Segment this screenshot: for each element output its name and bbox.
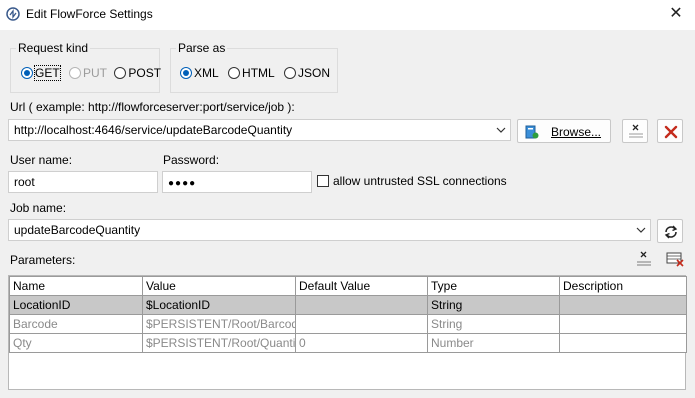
password-value[interactable]: ●●●● (168, 178, 196, 189)
password-field[interactable]: ●●●● (162, 171, 312, 193)
xpath-button[interactable] (622, 119, 648, 143)
cell-description[interactable] (559, 314, 687, 334)
parse-as-label: Parse as (176, 41, 228, 55)
cell-default[interactable] (295, 314, 428, 334)
chevron-down-icon[interactable] (496, 125, 506, 135)
ssl-checkbox[interactable] (317, 175, 329, 187)
radio-html[interactable]: HTML (228, 65, 275, 80)
radio-json-indicator[interactable] (284, 66, 297, 79)
cell-default[interactable] (295, 295, 428, 315)
cell-name[interactable]: Qty (9, 333, 143, 353)
radio-xml[interactable]: XML (180, 65, 219, 80)
url-value[interactable]: http://localhost:4646/service/updateBarc… (14, 123, 292, 137)
user-name-label: User name: (10, 153, 73, 167)
cell-value[interactable]: $PERSISTENT/Root/Quantity (142, 333, 296, 353)
cell-type[interactable]: String (427, 295, 560, 315)
cell-value[interactable]: $PERSISTENT/Root/Barcode (142, 314, 296, 334)
refresh-button[interactable] (657, 219, 683, 243)
column-header-description[interactable]: Description (559, 276, 687, 296)
browse-label[interactable]: Browse... (551, 125, 601, 139)
radio-get-indicator[interactable] (21, 66, 33, 79)
flowforce-icon (6, 7, 20, 21)
radio-put-indicator (69, 66, 82, 79)
delete-icon (664, 125, 678, 139)
radio-post-label[interactable]: POST (128, 66, 161, 80)
parameters-table[interactable]: Name Value Default Value Type Descriptio… (9, 276, 687, 353)
radio-post-indicator[interactable] (114, 66, 127, 79)
request-kind-label: Request kind (16, 41, 91, 55)
column-header-type[interactable]: Type (427, 276, 560, 296)
ssl-label[interactable]: allow untrusted SSL connections (333, 174, 507, 188)
table-header-row: Name Value Default Value Type Descriptio… (9, 276, 687, 296)
table-row[interactable]: LocationID $LocationID String (9, 295, 687, 315)
table-row[interactable]: Barcode $PERSISTENT/Root/Barcode String (9, 314, 687, 334)
clear-button[interactable] (657, 119, 683, 143)
column-header-value[interactable]: Value (142, 276, 296, 296)
cell-description[interactable] (559, 295, 687, 315)
radio-html-label[interactable]: HTML (242, 66, 275, 80)
cell-name[interactable]: Barcode (9, 314, 143, 334)
radio-xml-indicator[interactable] (180, 66, 192, 79)
cell-default[interactable]: 0 (295, 333, 428, 353)
request-kind-options: GET PUT POST (21, 64, 161, 81)
user-name-field[interactable]: root (8, 171, 158, 193)
cell-type[interactable]: Number (427, 333, 560, 353)
title-bar: Edit FlowForce Settings ✕ (0, 0, 695, 30)
user-name-value[interactable]: root (14, 175, 35, 189)
radio-get-label[interactable]: GET (34, 64, 61, 81)
xpath-icon (628, 124, 644, 138)
table-row[interactable]: Qty $PERSISTENT/Root/Quantity 0 Number (9, 333, 687, 353)
url-combobox[interactable]: http://localhost:4646/service/updateBarc… (8, 119, 511, 141)
close-icon[interactable]: ✕ (665, 4, 687, 24)
password-label: Password: (163, 153, 220, 167)
job-name-label: Job name: (10, 201, 67, 215)
cell-description[interactable] (559, 333, 687, 353)
radio-put-label: PUT (83, 65, 108, 80)
radio-html-indicator[interactable] (228, 66, 241, 79)
parameters-label: Parameters: (10, 253, 76, 267)
parameters-grid[interactable]: Name Value Default Value Type Descriptio… (8, 275, 687, 390)
remove-row-icon[interactable] (666, 251, 684, 267)
radio-put: PUT (69, 65, 108, 80)
xpath-icon[interactable] (635, 251, 653, 267)
column-header-name[interactable]: Name (9, 276, 143, 296)
job-name-combobox[interactable]: updateBarcodeQuantity (8, 219, 651, 241)
window-title: Edit FlowForce Settings (26, 7, 153, 21)
cell-value[interactable]: $LocationID (142, 295, 296, 315)
column-header-default-value[interactable]: Default Value (295, 276, 428, 296)
browse-server-icon (525, 125, 539, 139)
radio-post[interactable]: POST (114, 65, 161, 80)
url-label: Url ( example: http://flowforceserver:po… (10, 100, 295, 114)
radio-json[interactable]: JSON (284, 65, 330, 80)
radio-json-label[interactable]: JSON (298, 66, 330, 80)
radio-xml-label[interactable]: XML (194, 66, 219, 80)
radio-get[interactable]: GET (21, 64, 61, 81)
cell-name[interactable]: LocationID (9, 295, 143, 315)
chevron-down-icon[interactable] (636, 225, 646, 235)
job-name-value[interactable]: updateBarcodeQuantity (14, 223, 140, 237)
cell-type[interactable]: String (427, 314, 560, 334)
parse-as-options: XML HTML JSON (180, 65, 330, 80)
browse-button[interactable]: Browse... (517, 119, 611, 143)
refresh-icon (664, 225, 678, 239)
